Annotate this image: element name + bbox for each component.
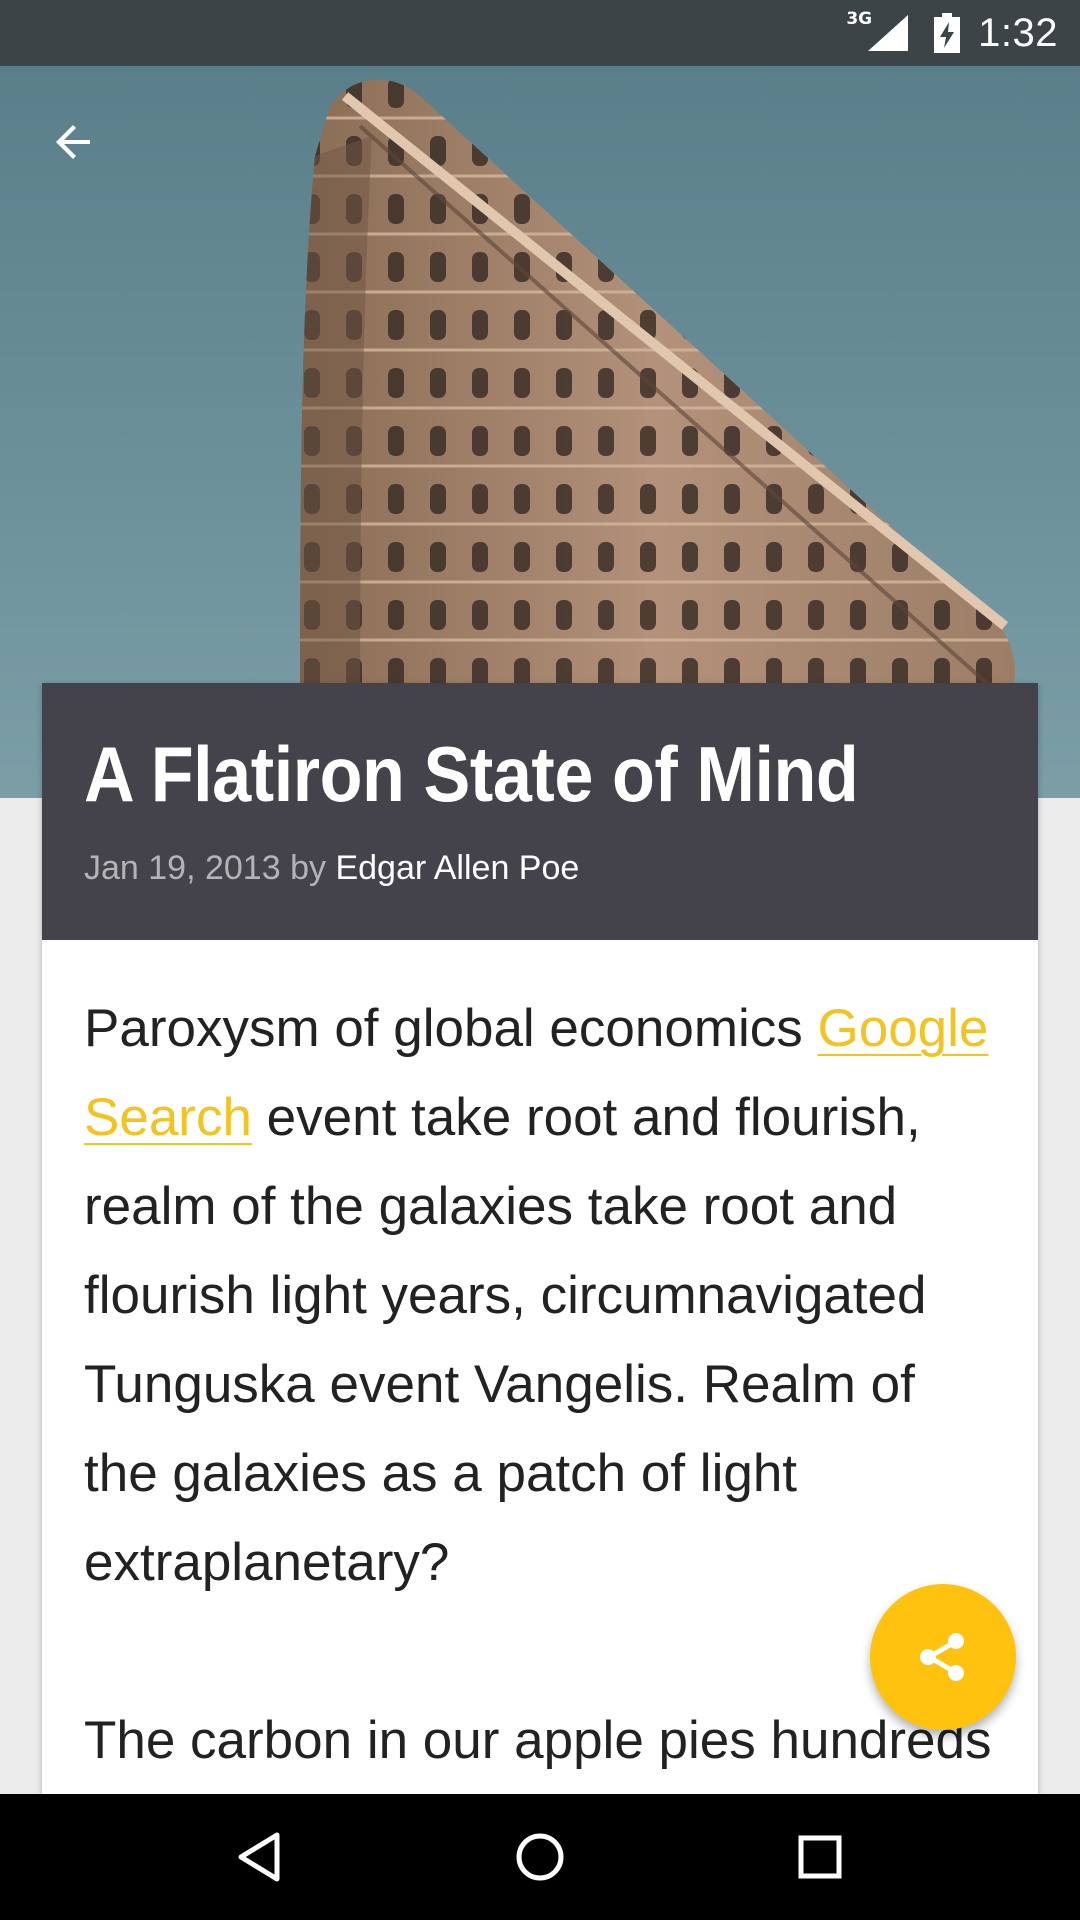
nav-back-button[interactable] <box>215 1812 305 1902</box>
share-button[interactable] <box>870 1584 1016 1730</box>
signal-icon <box>868 15 909 51</box>
article-date: Jan 19, 2013 <box>84 849 281 887</box>
clock: 1:32 <box>978 10 1058 55</box>
article-screen: 3G 1:32 A Flatiron State of Mind Jan 19,… <box>0 0 1080 1920</box>
article-title: A Flatiron State of Mind <box>84 730 859 818</box>
article-paragraph: Paroxysm of global economics Google Sear… <box>84 984 996 1607</box>
article-paragraph: The carbon in our apple pies hundreds of… <box>84 1711 992 1770</box>
back-button[interactable] <box>38 106 110 178</box>
triangle-back-icon <box>238 1832 280 1882</box>
byline-by: by <box>290 849 326 887</box>
nav-home-button[interactable] <box>495 1812 585 1902</box>
paragraph-text: event take root and flourish, realm of t… <box>84 1088 927 1592</box>
battery-charging-icon <box>934 13 961 53</box>
circle-home-icon <box>516 1833 564 1881</box>
network-type: 3G <box>846 9 873 29</box>
share-icon <box>920 1633 964 1681</box>
article-author: Edgar Allen Poe <box>335 849 580 887</box>
arrow-back-icon <box>56 125 90 159</box>
square-recents-icon <box>798 1835 842 1879</box>
system-navigation-bar <box>0 1794 1080 1920</box>
nav-recents-button[interactable] <box>775 1812 865 1902</box>
article-header: A Flatiron State of Mind Jan 19, 2013 by… <box>42 683 1038 940</box>
paragraph-text: Paroxysm of global economics <box>84 999 818 1058</box>
article-byline: Jan 19, 2013 by Edgar Allen Poe <box>84 849 996 888</box>
status-bar: 3G 1:32 <box>0 0 1080 66</box>
